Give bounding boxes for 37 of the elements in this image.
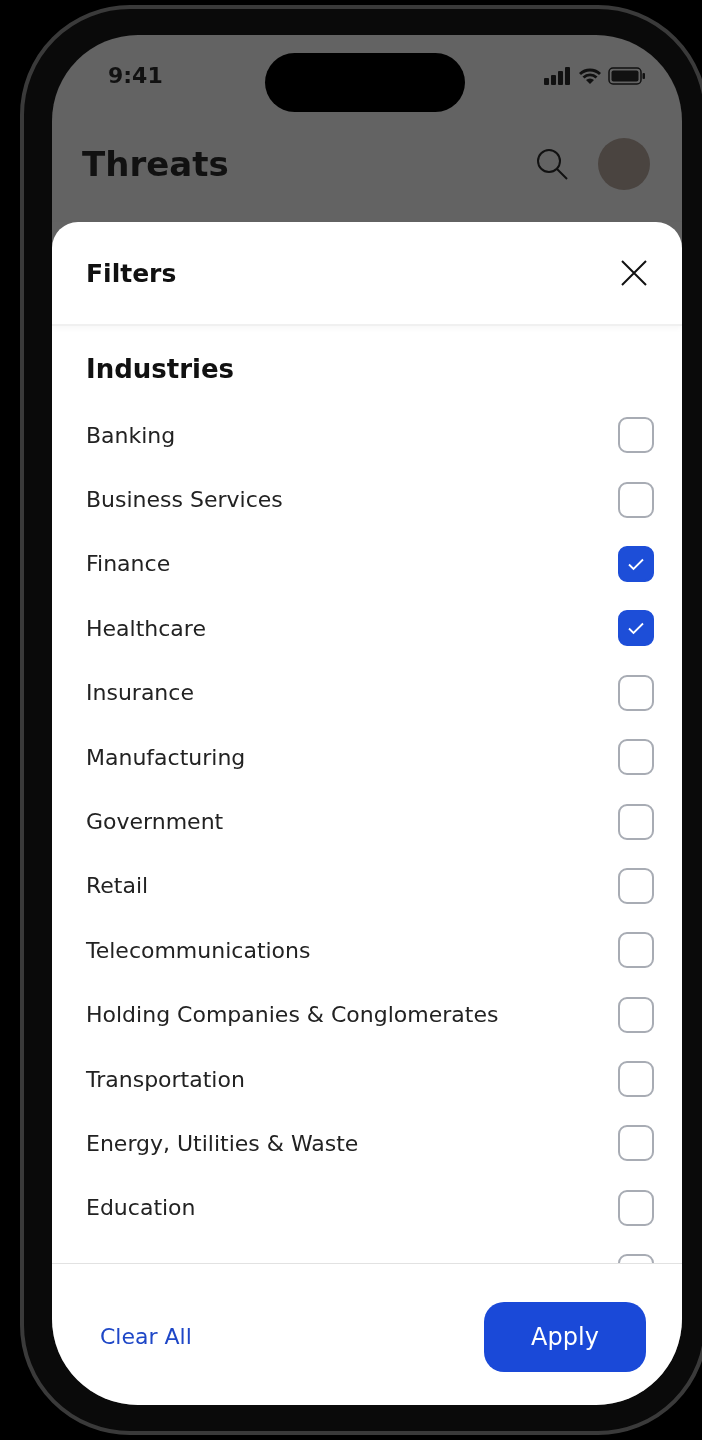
clear-all-link[interactable]: Clear All xyxy=(88,1320,204,1353)
checkbox[interactable] xyxy=(618,610,654,647)
battery-icon xyxy=(608,67,646,85)
industry-label: Finance xyxy=(86,551,171,577)
checkbox[interactable] xyxy=(618,996,654,1033)
checkbox[interactable] xyxy=(618,417,654,454)
checkbox[interactable] xyxy=(618,1061,654,1098)
checkbox[interactable] xyxy=(618,1189,654,1226)
checkbox[interactable] xyxy=(618,674,654,711)
sheet-title: Filters xyxy=(86,258,177,288)
checkbox[interactable] xyxy=(618,867,654,904)
industry-label: Business Services xyxy=(86,487,283,513)
industry-label: Transportation xyxy=(86,1066,245,1092)
industry-label: Telecommunications xyxy=(86,937,311,963)
wifi-icon xyxy=(578,67,602,85)
industry-label: Energy, Utilities & Waste xyxy=(86,1131,359,1156)
avatar[interactable] xyxy=(598,137,650,190)
industry-label: Manufacturing xyxy=(86,744,246,770)
checkbox[interactable] xyxy=(618,803,654,840)
checkbox[interactable] xyxy=(618,481,654,518)
page-title: Threats xyxy=(82,143,229,184)
checkbox[interactable] xyxy=(618,1125,654,1162)
industry-label: Government xyxy=(86,809,224,835)
status-time: 9:41 xyxy=(108,62,163,88)
signal-icon xyxy=(544,67,572,85)
industry-label: Education xyxy=(86,1195,196,1221)
industry-label: Healthcare xyxy=(86,615,206,641)
checkbox[interactable] xyxy=(618,932,654,969)
checkbox[interactable] xyxy=(618,739,654,776)
industry-label: Holding Companies & Conglomerates xyxy=(86,1002,499,1028)
apply-button[interactable]: Apply xyxy=(484,1301,646,1372)
section-heading: Industries xyxy=(86,353,236,386)
industry-label: Insurance xyxy=(86,680,194,706)
industry-label: Banking xyxy=(86,422,176,448)
close-icon[interactable] xyxy=(620,259,648,287)
industry-label: Retail xyxy=(86,873,149,899)
checkbox[interactable] xyxy=(618,545,654,582)
